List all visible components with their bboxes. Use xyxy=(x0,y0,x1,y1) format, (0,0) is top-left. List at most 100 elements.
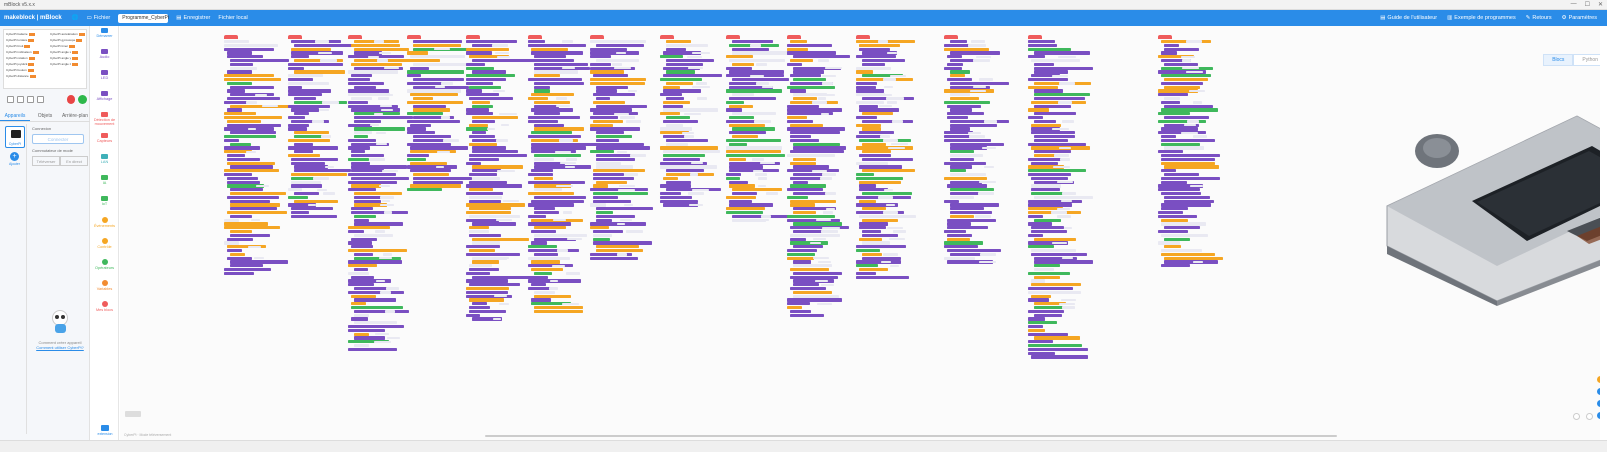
code-block[interactable] xyxy=(862,142,887,146)
code-block[interactable] xyxy=(531,131,573,135)
code-block[interactable] xyxy=(348,241,372,245)
block-input[interactable] xyxy=(983,165,995,169)
code-block[interactable] xyxy=(230,233,271,237)
code-block[interactable] xyxy=(793,264,832,268)
code-block[interactable] xyxy=(593,192,648,196)
code-block[interactable] xyxy=(859,268,888,272)
code-block[interactable] xyxy=(224,47,274,51)
code-block[interactable] xyxy=(472,165,524,169)
code-block[interactable] xyxy=(947,226,988,230)
code-block[interactable] xyxy=(1028,43,1058,47)
code-block[interactable] xyxy=(531,93,575,97)
block-input[interactable] xyxy=(1058,101,1072,104)
block-input[interactable] xyxy=(552,264,566,267)
block-input[interactable] xyxy=(878,40,889,43)
code-block[interactable] xyxy=(729,165,763,169)
code-block[interactable] xyxy=(793,165,830,169)
code-block[interactable] xyxy=(790,268,829,272)
block-input[interactable] xyxy=(247,127,256,131)
code-block[interactable] xyxy=(528,180,585,184)
code-block[interactable] xyxy=(291,211,310,215)
code-block[interactable] xyxy=(862,59,906,63)
code-block[interactable] xyxy=(230,207,278,211)
code-block[interactable] xyxy=(230,165,274,169)
category-0[interactable]: Démarrer xyxy=(91,26,118,47)
code-block[interactable] xyxy=(947,222,971,226)
block-input[interactable] xyxy=(1192,101,1202,104)
block-input[interactable] xyxy=(374,40,384,43)
code-block[interactable] xyxy=(596,218,612,222)
code-block[interactable] xyxy=(294,150,313,154)
code-block[interactable] xyxy=(590,55,612,59)
code-block[interactable] xyxy=(950,74,966,78)
block-input[interactable] xyxy=(499,302,509,305)
code-block[interactable] xyxy=(593,119,624,123)
code-block[interactable] xyxy=(469,180,507,184)
code-block[interactable] xyxy=(354,131,373,135)
code-block[interactable] xyxy=(469,97,514,101)
block-input[interactable] xyxy=(557,249,568,252)
code-block[interactable] xyxy=(1164,195,1211,199)
block-input[interactable] xyxy=(822,211,834,214)
code-block[interactable] xyxy=(1034,313,1062,317)
code-block[interactable] xyxy=(663,119,699,123)
block-input[interactable] xyxy=(318,51,332,55)
code-block[interactable] xyxy=(472,176,501,180)
code-block[interactable] xyxy=(862,119,913,123)
code-block[interactable] xyxy=(224,116,282,120)
code-block[interactable] xyxy=(354,85,377,89)
code-block[interactable] xyxy=(666,138,708,142)
block-input[interactable] xyxy=(886,51,898,55)
code-block[interactable] xyxy=(230,66,257,70)
block-input[interactable] xyxy=(555,184,573,188)
code-block[interactable] xyxy=(348,78,370,82)
code-block[interactable] xyxy=(1034,62,1055,66)
code-block[interactable] xyxy=(466,211,511,215)
code-block[interactable] xyxy=(793,55,851,59)
block-input[interactable] xyxy=(253,257,265,260)
code-block[interactable] xyxy=(472,70,506,74)
code-block[interactable] xyxy=(950,51,1000,55)
code-block[interactable] xyxy=(793,157,816,161)
code-block[interactable] xyxy=(859,108,900,112)
code-block[interactable] xyxy=(1158,150,1183,154)
code-block[interactable] xyxy=(472,131,487,135)
code-block[interactable] xyxy=(660,127,693,131)
code-block[interactable] xyxy=(294,142,313,146)
code-block[interactable] xyxy=(1028,309,1065,313)
code-block[interactable] xyxy=(528,275,548,279)
code-block[interactable] xyxy=(663,157,700,161)
block-input[interactable] xyxy=(893,230,907,233)
code-block[interactable] xyxy=(862,207,887,211)
code-block[interactable] xyxy=(663,89,701,93)
code-block[interactable] xyxy=(472,241,500,245)
block-input[interactable] xyxy=(820,177,833,180)
code-block[interactable] xyxy=(793,279,834,283)
code-block[interactable] xyxy=(224,173,252,177)
block-input[interactable] xyxy=(688,44,701,47)
code-block[interactable] xyxy=(291,180,321,184)
code-block[interactable] xyxy=(354,199,382,203)
code-block[interactable] xyxy=(944,176,988,180)
code-block[interactable] xyxy=(1161,169,1176,173)
code-block[interactable] xyxy=(590,81,645,85)
block-input[interactable] xyxy=(490,196,503,199)
code-block[interactable] xyxy=(472,275,532,279)
code-block[interactable] xyxy=(528,249,580,253)
block-input[interactable] xyxy=(1059,158,1070,161)
code-block[interactable] xyxy=(354,51,382,55)
block-input[interactable] xyxy=(687,55,702,58)
code-block[interactable] xyxy=(472,116,518,120)
block-input[interactable] xyxy=(1053,165,1070,169)
code-block[interactable] xyxy=(950,142,1004,146)
code-block[interactable] xyxy=(413,78,465,82)
code-block[interactable] xyxy=(729,157,747,161)
code-block[interactable] xyxy=(790,74,822,78)
code-block[interactable] xyxy=(787,85,836,89)
code-block[interactable] xyxy=(666,142,689,146)
code-block[interactable] xyxy=(413,173,450,177)
block-input[interactable] xyxy=(889,264,899,267)
code-block[interactable] xyxy=(862,230,881,234)
code-block[interactable] xyxy=(1028,298,1050,302)
code-block[interactable] xyxy=(227,123,282,127)
